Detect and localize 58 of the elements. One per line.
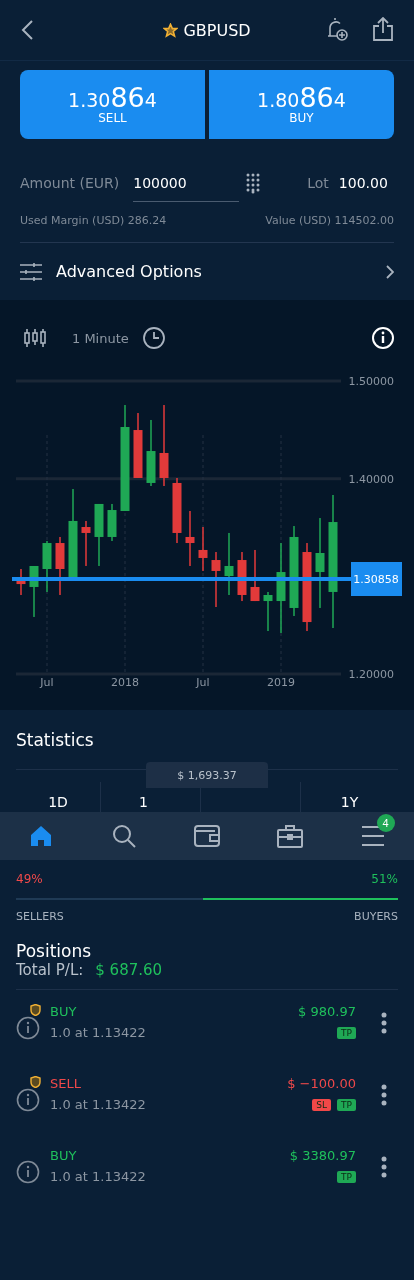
home-icon xyxy=(29,824,54,848)
back-button[interactable] xyxy=(20,19,34,41)
axis-label: 1.50000 xyxy=(348,375,394,388)
used-margin-text: Used Margin (USD) 286.24 xyxy=(20,214,167,227)
order-tag: SL xyxy=(312,1099,332,1111)
balance-tab[interactable]: $ 1,693.37 xyxy=(146,762,268,788)
total-pl-value: $ 687.60 xyxy=(95,961,163,979)
price-tag xyxy=(351,562,402,596)
lot-value: 100.00 xyxy=(338,175,388,191)
sellers-percent: 49% xyxy=(16,872,43,886)
clock-icon[interactable] xyxy=(142,327,165,349)
amount-field[interactable]: 100000 xyxy=(133,164,240,202)
axis-label: 2019 xyxy=(267,676,295,689)
more-icon xyxy=(381,1084,387,1106)
briefcase-icon xyxy=(276,824,303,848)
lot-label: Lot xyxy=(307,175,329,191)
amount-label: Amount (EUR) xyxy=(20,175,120,191)
position-side: BUY xyxy=(50,1148,78,1163)
chevron-right-icon xyxy=(386,264,394,279)
positions-title: Positions xyxy=(16,941,93,961)
position-detail: 1.0 at 1.13422 xyxy=(50,1169,147,1184)
order-tag: TP xyxy=(337,1171,356,1183)
position-side: SELL xyxy=(50,1076,82,1091)
symbol-title: GBPUSD xyxy=(183,20,251,40)
interval-label[interactable]: 1 Minute xyxy=(72,330,129,346)
period-tab[interactable]: 1 xyxy=(139,794,148,810)
buyers-percent: 51% xyxy=(371,872,398,886)
axis-label: 2018 xyxy=(111,676,139,689)
sellers-label: SELLERS xyxy=(16,910,64,923)
axis-label: 1.20000 xyxy=(348,668,394,681)
position-pl: $ 3380.97 xyxy=(289,1148,356,1163)
value-text: Value (USD) 114502.00 xyxy=(265,214,394,227)
current-price: 1.30858 xyxy=(353,573,399,586)
keypad-icon[interactable] xyxy=(245,172,262,194)
axis-label: Jul xyxy=(196,676,210,689)
star-icon[interactable] xyxy=(163,22,179,38)
more-icon xyxy=(381,1012,387,1034)
position-pl: $ 980.97 xyxy=(298,1004,356,1019)
axis-label: 1.40000 xyxy=(348,472,394,486)
notification-badge: 4 xyxy=(376,814,395,832)
more-icon xyxy=(381,1156,387,1178)
wallet-icon xyxy=(194,824,220,848)
period-tab[interactable]: 1D xyxy=(48,794,68,810)
search-icon xyxy=(111,823,138,849)
candlestick-icon[interactable] xyxy=(24,328,46,348)
share-button[interactable] xyxy=(372,17,394,43)
order-tag: TP xyxy=(337,1099,356,1111)
axis-label: Jul xyxy=(40,676,54,689)
position-pl: $ −100.00 xyxy=(287,1076,356,1091)
position-detail: 1.0 at 1.13422 xyxy=(50,1097,147,1112)
menu-icon xyxy=(360,825,385,847)
order-tag: TP xyxy=(337,1027,356,1039)
position-detail: 1.0 at 1.13422 xyxy=(50,1025,147,1040)
sliders-icon xyxy=(20,262,42,281)
buyers-label: BUYERS xyxy=(354,910,398,923)
period-tab[interactable]: 1Y xyxy=(340,794,359,810)
total-pl-label: Total P/L: xyxy=(16,961,84,979)
position-side: BUY xyxy=(50,1004,78,1019)
